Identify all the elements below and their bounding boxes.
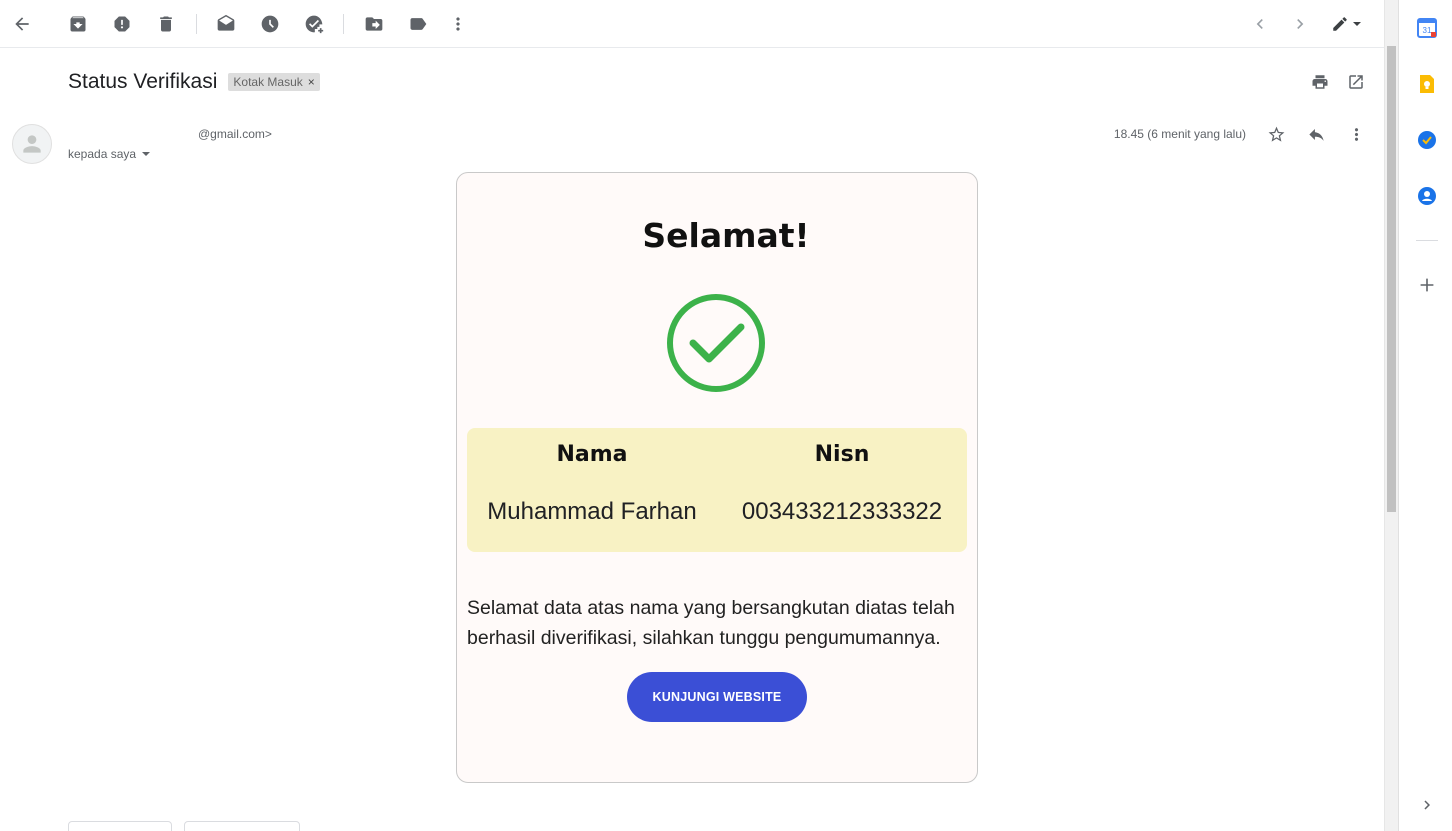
print-icon[interactable] xyxy=(1310,72,1330,92)
recipient-text: kepada saya xyxy=(68,147,137,161)
label-chip-text: Kotak Masuk xyxy=(233,75,303,89)
expand-panel-icon[interactable] xyxy=(1417,795,1437,815)
name-value: Muhammad Farhan xyxy=(487,498,697,525)
move-to-icon[interactable] xyxy=(362,12,386,36)
caret-down-icon xyxy=(142,152,151,156)
keep-icon[interactable] xyxy=(1417,74,1437,94)
sender-email-suffix: @gmail.com> xyxy=(198,127,272,141)
remove-label-icon[interactable]: × xyxy=(308,75,315,89)
message-timestamp: 18.45 (6 menit yang lalu) xyxy=(1113,127,1246,141)
verification-message: Selamat data atas nama yang bersangkutan… xyxy=(467,597,955,649)
recipient-details[interactable]: kepada saya xyxy=(68,147,151,161)
reply-button[interactable] xyxy=(68,821,172,831)
add-app-icon[interactable] xyxy=(1417,275,1437,295)
snooze-icon[interactable] xyxy=(258,12,282,36)
side-panel xyxy=(1398,0,1452,831)
label-icon[interactable] xyxy=(406,12,430,36)
add-task-icon[interactable] xyxy=(302,12,326,36)
input-tools-icon[interactable] xyxy=(1326,12,1366,36)
forward-button[interactable] xyxy=(184,821,300,831)
next-icon[interactable] xyxy=(1288,12,1312,36)
toolbar-divider xyxy=(343,14,344,34)
name-header: Nama xyxy=(556,442,628,467)
calendar-icon[interactable]: 31 xyxy=(1417,18,1437,38)
prev-icon[interactable] xyxy=(1248,12,1272,36)
check-circle-icon xyxy=(667,294,765,392)
open-new-window-icon[interactable] xyxy=(1346,72,1366,92)
tasks-icon[interactable] xyxy=(1417,130,1437,150)
toolbar-divider xyxy=(196,14,197,34)
side-panel-divider xyxy=(1416,240,1438,241)
message-more-icon[interactable] xyxy=(1346,124,1366,144)
nisn-value: 003433212333322 xyxy=(741,498,943,525)
reply-icon[interactable] xyxy=(1306,124,1326,144)
subject-title: Status Verifikasi xyxy=(68,70,218,93)
nisn-header: Nisn xyxy=(814,442,870,467)
visit-website-button[interactable]: KUNJUNGI WEBSITE xyxy=(627,672,807,722)
message-toolbar xyxy=(0,0,1384,48)
person-icon xyxy=(23,135,41,153)
delete-icon[interactable] xyxy=(154,12,178,36)
star-icon[interactable] xyxy=(1266,124,1286,144)
sender-address[interactable]: @gmail.com> xyxy=(68,127,272,141)
scrollbar-thumb[interactable] xyxy=(1387,46,1396,512)
student-info-box: Nama Muhammad Farhan Nisn 00343321233332… xyxy=(467,428,967,552)
report-spam-icon[interactable] xyxy=(110,12,134,36)
contacts-icon[interactable] xyxy=(1417,186,1437,206)
back-arrow-icon[interactable] xyxy=(10,12,34,36)
more-vert-icon[interactable] xyxy=(446,12,470,36)
sender-avatar[interactable] xyxy=(12,124,52,164)
subject-line: Status Verifikasi Kotak Masuk × xyxy=(68,70,320,94)
mark-unread-icon[interactable] xyxy=(214,12,238,36)
archive-icon[interactable] xyxy=(66,12,90,36)
email-heading: Selamat! xyxy=(642,216,810,255)
calendar-day: 31 xyxy=(1423,26,1432,35)
gmail-app: Status Verifikasi Kotak Masuk × @gmail.c… xyxy=(0,0,1452,831)
inbox-label-chip[interactable]: Kotak Masuk × xyxy=(228,73,320,91)
